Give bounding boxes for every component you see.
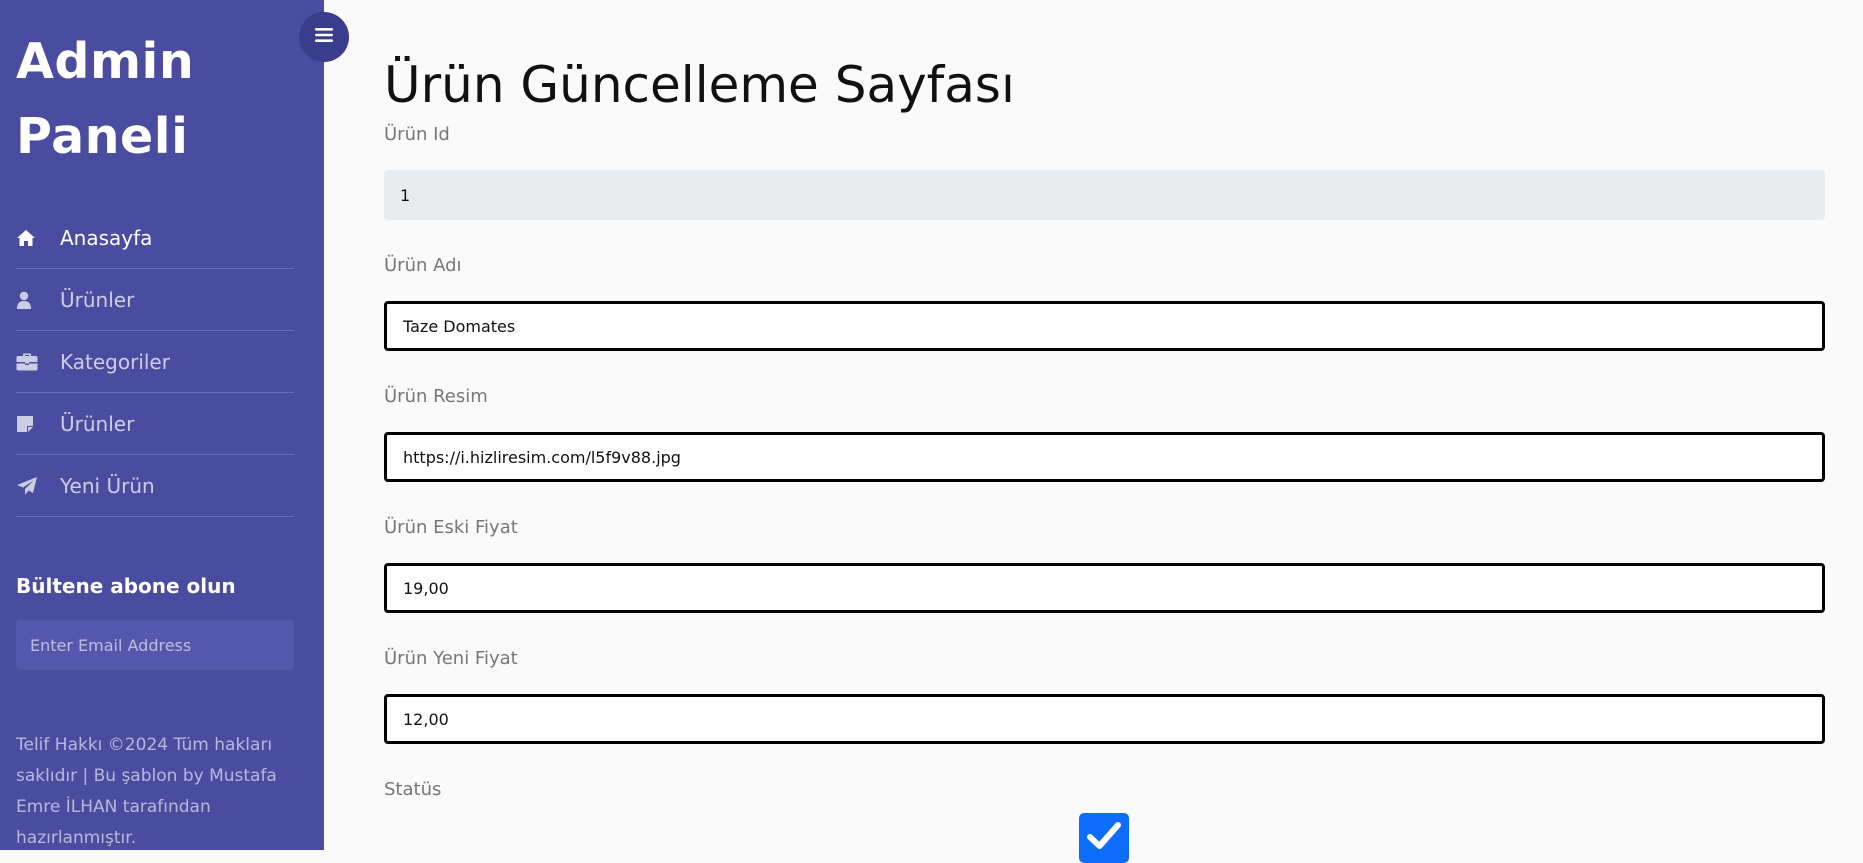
form-field-old-price: Ürün Eski Fiyat — [384, 515, 1825, 613]
sidebar-item-label: Ürünler — [60, 287, 135, 312]
sidebar-item-label: Ürünler — [60, 411, 135, 436]
product-image-label: Ürün Resim — [384, 386, 488, 407]
user-icon — [16, 291, 42, 309]
form-field-new-price: Ürün Yeni Fiyat — [384, 646, 1825, 744]
sidebar-item-urunler[interactable]: Ürünler — [16, 269, 294, 331]
sidebar-item-kategoriler[interactable]: Kategoriler — [16, 331, 294, 393]
status-checkbox[interactable] — [1079, 813, 1129, 863]
copyright-text: Telif Hakkı ©2024 Tüm hakları saklıdır |… — [16, 735, 277, 848]
newsletter-title: Bültene abone olun — [16, 574, 236, 598]
form-field-name: Ürün Adı — [384, 253, 1825, 351]
product-name-label: Ürün Adı — [384, 255, 462, 276]
newsletter-email-input[interactable] — [16, 620, 294, 670]
new-price-label: Ürün Yeni Fiyat — [384, 648, 518, 669]
home-icon — [16, 229, 42, 247]
form-field-id: Ürün Id — [384, 122, 1825, 220]
sidebar-item-label: Yeni Ürün — [60, 473, 155, 498]
sidebar: Admin Paneli Anasayfa Ürünler Kategorile… — [0, 0, 324, 850]
status-checkbox-wrap — [1079, 813, 1129, 863]
sidebar-toggle-button[interactable] — [299, 12, 349, 62]
sidebar-menu: Anasayfa Ürünler Kategoriler Ürünler Yen… — [16, 207, 294, 517]
product-image-input[interactable] — [384, 432, 1825, 482]
form-field-image: Ürün Resim — [384, 384, 1825, 482]
brand-title: Admin Paneli — [16, 24, 308, 174]
sidebar-item-anasayfa[interactable]: Anasayfa — [16, 207, 294, 269]
paper-plane-icon — [16, 476, 42, 496]
briefcase-icon — [16, 353, 42, 371]
page-title: Ürün Güncelleme Sayfası — [384, 56, 1015, 114]
hamburger-icon — [315, 27, 333, 47]
sidebar-item-urunler-2[interactable]: Ürünler — [16, 393, 294, 455]
brand-line-1: Admin — [16, 33, 195, 90]
sticky-note-icon — [16, 415, 42, 433]
sidebar-item-label: Anasayfa — [60, 225, 153, 250]
product-id-input[interactable] — [384, 170, 1825, 220]
form-field-status: Statüs — [384, 777, 1825, 863]
main-content: Ürün Güncelleme Sayfası Ürün Id Ürün Adı… — [384, 0, 1825, 863]
product-id-label: Ürün Id — [384, 124, 450, 145]
sidebar-item-yeni-urun[interactable]: Yeni Ürün — [16, 455, 294, 517]
brand-line-2: Paneli — [16, 108, 189, 165]
status-label: Statüs — [384, 779, 442, 800]
old-price-label: Ürün Eski Fiyat — [384, 517, 518, 538]
sidebar-item-label: Kategoriler — [60, 349, 170, 374]
old-price-input[interactable] — [384, 563, 1825, 613]
new-price-input[interactable] — [384, 694, 1825, 744]
product-name-input[interactable] — [384, 301, 1825, 351]
